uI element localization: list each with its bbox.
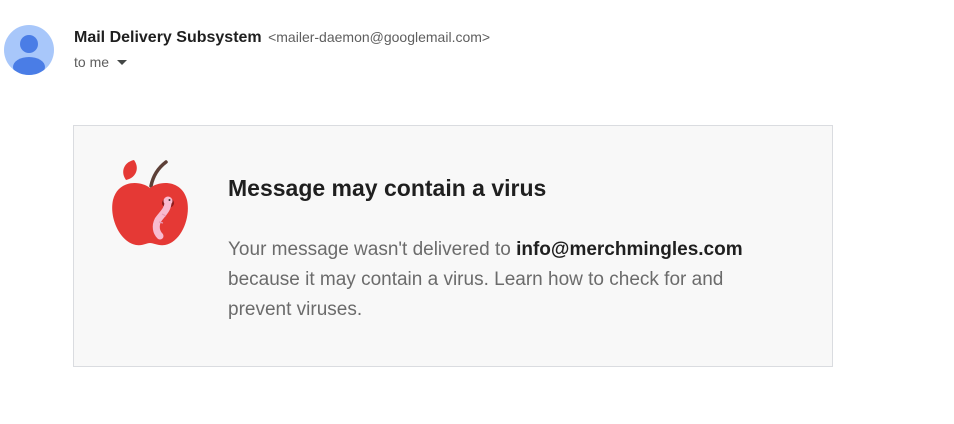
message-header: Mail Delivery Subsystem <mailer-daemon@g… [0, 0, 954, 90]
sender-name[interactable]: Mail Delivery Subsystem [74, 29, 262, 46]
person-icon [13, 35, 45, 75]
caret-down-icon[interactable] [117, 59, 128, 65]
apple-with-worm-icon [112, 160, 188, 246]
body-suffix: . [356, 299, 363, 320]
warning-body: Your message wasn't delivered to info@me… [228, 235, 788, 325]
warning-title: Message may contain a virus [228, 175, 547, 201]
body-middle: because it may contain a virus. [228, 269, 495, 290]
recipient-email: info@merchmingles.com [516, 239, 743, 260]
body-prefix: Your message wasn't delivered to [228, 239, 517, 260]
recipient-details-toggle[interactable]: to me [74, 52, 128, 72]
sender-line: Mail Delivery Subsystem <mailer-daemon@g… [74, 27, 490, 48]
sender-avatar[interactable] [4, 25, 54, 75]
recipient-label: to me [74, 54, 110, 70]
virus-warning-card: Message may contain a virus Your message… [73, 125, 833, 367]
sender-email: <mailer-daemon@googlemail.com> [268, 29, 491, 45]
